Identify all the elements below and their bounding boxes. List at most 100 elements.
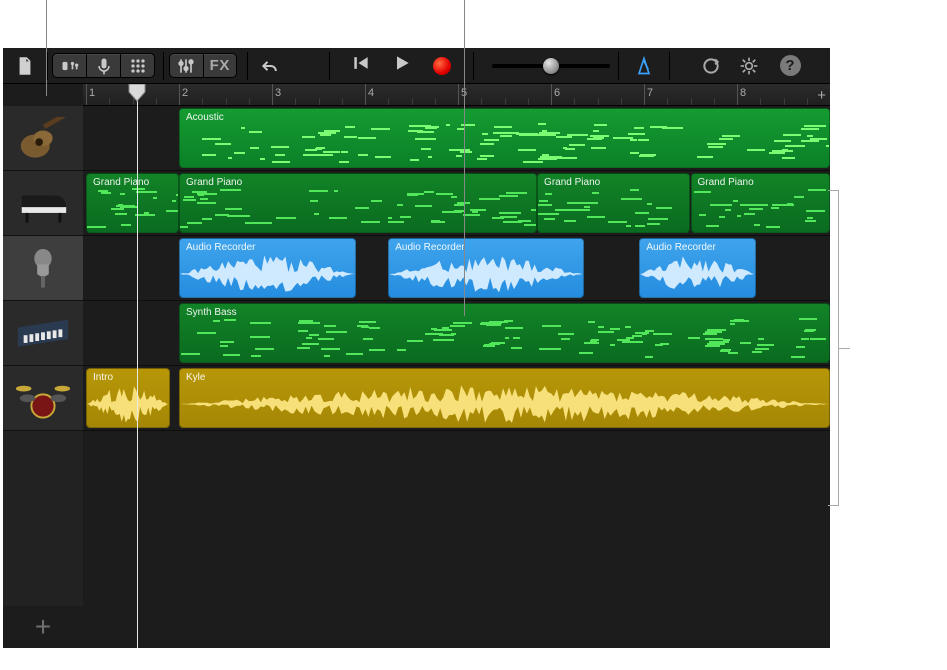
track-header-piano[interactable] <box>3 171 83 236</box>
separator <box>329 52 330 80</box>
track-header-guitar[interactable] <box>3 106 83 171</box>
ruler-bar <box>551 84 552 105</box>
region-label: Acoustic <box>186 112 823 123</box>
region-label: Grand Piano <box>186 177 530 188</box>
track-headers <box>3 106 83 606</box>
region[interactable]: Audio Recorder <box>639 238 755 298</box>
region[interactable]: Grand Piano <box>179 173 537 233</box>
ruler-number: 4 <box>368 87 374 99</box>
ruler-number: 2 <box>182 87 188 99</box>
track-lane-guitar[interactable]: Acoustic <box>83 106 830 171</box>
track-header-vocal[interactable] <box>3 236 83 301</box>
master-volume-slider[interactable] <box>492 64 610 68</box>
callout-line-center <box>464 0 465 316</box>
metronome-icon <box>634 56 654 76</box>
my-songs-button[interactable] <box>9 53 41 78</box>
region[interactable]: Acoustic <box>179 108 830 168</box>
tracks-area[interactable]: AcousticGrand PianoGrand PianoGrand Pian… <box>83 106 830 648</box>
play-icon <box>392 53 412 73</box>
view-tracks-icon <box>60 56 80 76</box>
undo-icon <box>260 56 280 76</box>
ruler-bar <box>737 84 738 105</box>
mic-icon <box>94 56 114 76</box>
undo-button[interactable] <box>256 53 284 78</box>
track-lane-synth[interactable]: Synth Bass <box>83 301 830 366</box>
ruler-number: 7 <box>647 87 653 99</box>
ruler-number: 6 <box>554 87 560 99</box>
drum-kit-icon <box>14 377 72 419</box>
transport-controls <box>340 53 462 78</box>
metronome-button[interactable] <box>627 53 661 78</box>
microphone-icon <box>14 247 72 289</box>
region[interactable]: Audio Recorder <box>179 238 356 298</box>
region-label: Audio Recorder <box>646 242 748 253</box>
ruler-bar <box>272 84 273 105</box>
add-track-button[interactable]: + <box>3 606 83 648</box>
region[interactable]: Grand Piano <box>691 173 831 233</box>
view-switch[interactable] <box>52 53 155 78</box>
region-label: Audio Recorder <box>395 242 576 253</box>
separator <box>247 52 248 80</box>
ruler-number: 1 <box>89 87 95 99</box>
region[interactable]: Grand Piano <box>86 173 179 233</box>
track-header-drums[interactable] <box>3 366 83 431</box>
ruler-number: 8 <box>740 87 746 99</box>
fx-button[interactable]: FX <box>203 54 237 77</box>
play-button[interactable] <box>392 53 412 78</box>
tracks-doc-icon <box>15 56 35 76</box>
grid-icon <box>128 56 148 76</box>
loop-icon <box>701 56 721 76</box>
track-lane-drums[interactable]: Intro Kyle <box>83 366 830 431</box>
loop-browser-button[interactable] <box>697 53 725 78</box>
separator <box>47 52 48 80</box>
region[interactable]: Intro <box>86 368 170 428</box>
song-settings-button[interactable] <box>735 53 763 78</box>
ruler[interactable]: + 12345678 <box>83 84 830 106</box>
help-icon: ? <box>780 55 801 76</box>
add-section-button[interactable]: + <box>817 87 826 104</box>
toolbar: FX <box>3 48 830 84</box>
grand-piano-icon <box>14 182 72 224</box>
track-lane-vocal[interactable]: Audio Recorder Audio Recorder Audio Record… <box>83 236 830 301</box>
ruler-bar <box>644 84 645 105</box>
mixer-sliders-icon <box>176 56 196 76</box>
app-window: FX <box>3 48 830 648</box>
track-lane-piano[interactable]: Grand Piano Grand Piano Grand Piano Grand P… <box>83 171 830 236</box>
go-to-start-icon <box>351 53 371 73</box>
plus-icon: + <box>35 611 51 643</box>
region-label: Audio Recorder <box>186 242 349 253</box>
region-label: Kyle <box>186 372 823 383</box>
track-controls-button[interactable] <box>170 54 203 77</box>
volume-knob[interactable] <box>543 58 559 74</box>
view-audio-recorder-button[interactable] <box>86 54 120 77</box>
region-label: Grand Piano <box>698 177 824 188</box>
view-grid-button[interactable] <box>120 54 154 77</box>
ruler-bar <box>365 84 366 105</box>
ruler-bar <box>458 84 459 105</box>
record-button[interactable] <box>433 57 451 75</box>
acoustic-guitar-icon <box>14 117 72 159</box>
separator <box>473 52 474 80</box>
separator <box>163 52 164 80</box>
keyboard-synth-icon <box>14 312 72 354</box>
callout-line-left <box>46 0 47 96</box>
bracket-right <box>838 190 839 506</box>
fx-label: FX <box>210 57 230 74</box>
track-header-synth[interactable] <box>3 301 83 366</box>
region-label: Grand Piano <box>544 177 683 188</box>
region[interactable]: Grand Piano <box>537 173 690 233</box>
region-label: Grand Piano <box>93 177 172 188</box>
go-to-beginning-button[interactable] <box>351 53 371 78</box>
separator <box>618 52 619 80</box>
view-tracks-button[interactable] <box>53 54 86 77</box>
separator <box>669 52 670 80</box>
track-controls-switch[interactable]: FX <box>169 53 237 78</box>
region[interactable]: Audio Recorder <box>388 238 583 298</box>
region[interactable]: Synth Bass <box>179 303 830 363</box>
ruler-number: 3 <box>275 87 281 99</box>
region-label: Intro <box>93 372 163 383</box>
help-button[interactable]: ? <box>777 53 803 78</box>
region-label: Synth Bass <box>186 307 823 318</box>
record-icon <box>433 57 451 75</box>
region[interactable]: Kyle <box>179 368 830 428</box>
